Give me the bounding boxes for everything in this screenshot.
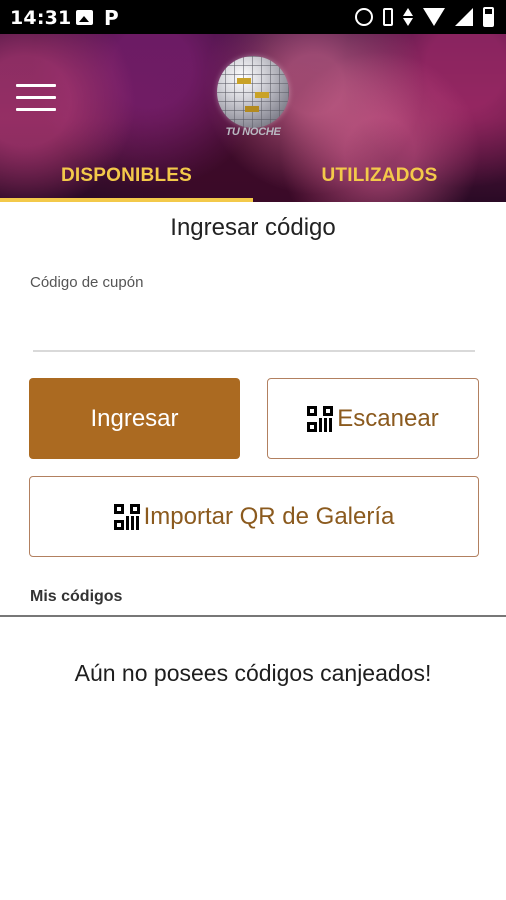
escanear-button-label: Escanear <box>337 404 439 432</box>
my-codes-heading: Mis códigos <box>30 588 123 605</box>
status-time: 14:31 <box>10 7 72 29</box>
empty-codes-message: Aún no posees códigos canjeados! <box>74 660 432 686</box>
tab-utilizados[interactable]: UTILIZADOS <box>253 150 506 202</box>
battery-icon <box>483 7 494 27</box>
p-icon: P <box>104 6 119 30</box>
ingresar-button[interactable]: Ingresar <box>29 378 240 459</box>
app-logo: TU NOCHE <box>214 56 292 142</box>
image-icon <box>76 10 93 25</box>
escanear-button[interactable]: Escanear <box>267 378 479 459</box>
data-arrows-icon <box>403 8 413 26</box>
qr-code-icon <box>307 405 334 432</box>
tab-disponibles[interactable]: DISPONIBLES <box>0 150 253 202</box>
vibrate-icon <box>383 8 393 26</box>
signal-icon <box>455 8 473 26</box>
page-title: Ingresar código <box>170 214 336 241</box>
active-tab-indicator <box>0 198 253 202</box>
hamburger-menu-icon[interactable] <box>16 82 56 114</box>
status-bar: 14:31 P <box>0 0 506 34</box>
alarm-icon <box>355 8 373 26</box>
import-qr-gallery-button[interactable]: Importar QR de Galería <box>29 476 479 557</box>
status-icons <box>355 6 494 28</box>
coupon-code-input[interactable] <box>33 300 475 352</box>
app-header: TU NOCHE DISPONIBLES UTILIZADOS <box>0 34 506 202</box>
import-qr-button-label: Importar QR de Galería <box>143 502 395 530</box>
logo-text: TU NOCHE <box>225 126 281 138</box>
qr-code-icon <box>113 503 140 530</box>
ingresar-button-label: Ingresar <box>90 404 179 432</box>
divider <box>0 615 506 617</box>
disco-ball-icon <box>217 56 289 128</box>
coupon-field-label: Código de cupón <box>30 274 144 291</box>
wifi-icon <box>423 8 445 26</box>
